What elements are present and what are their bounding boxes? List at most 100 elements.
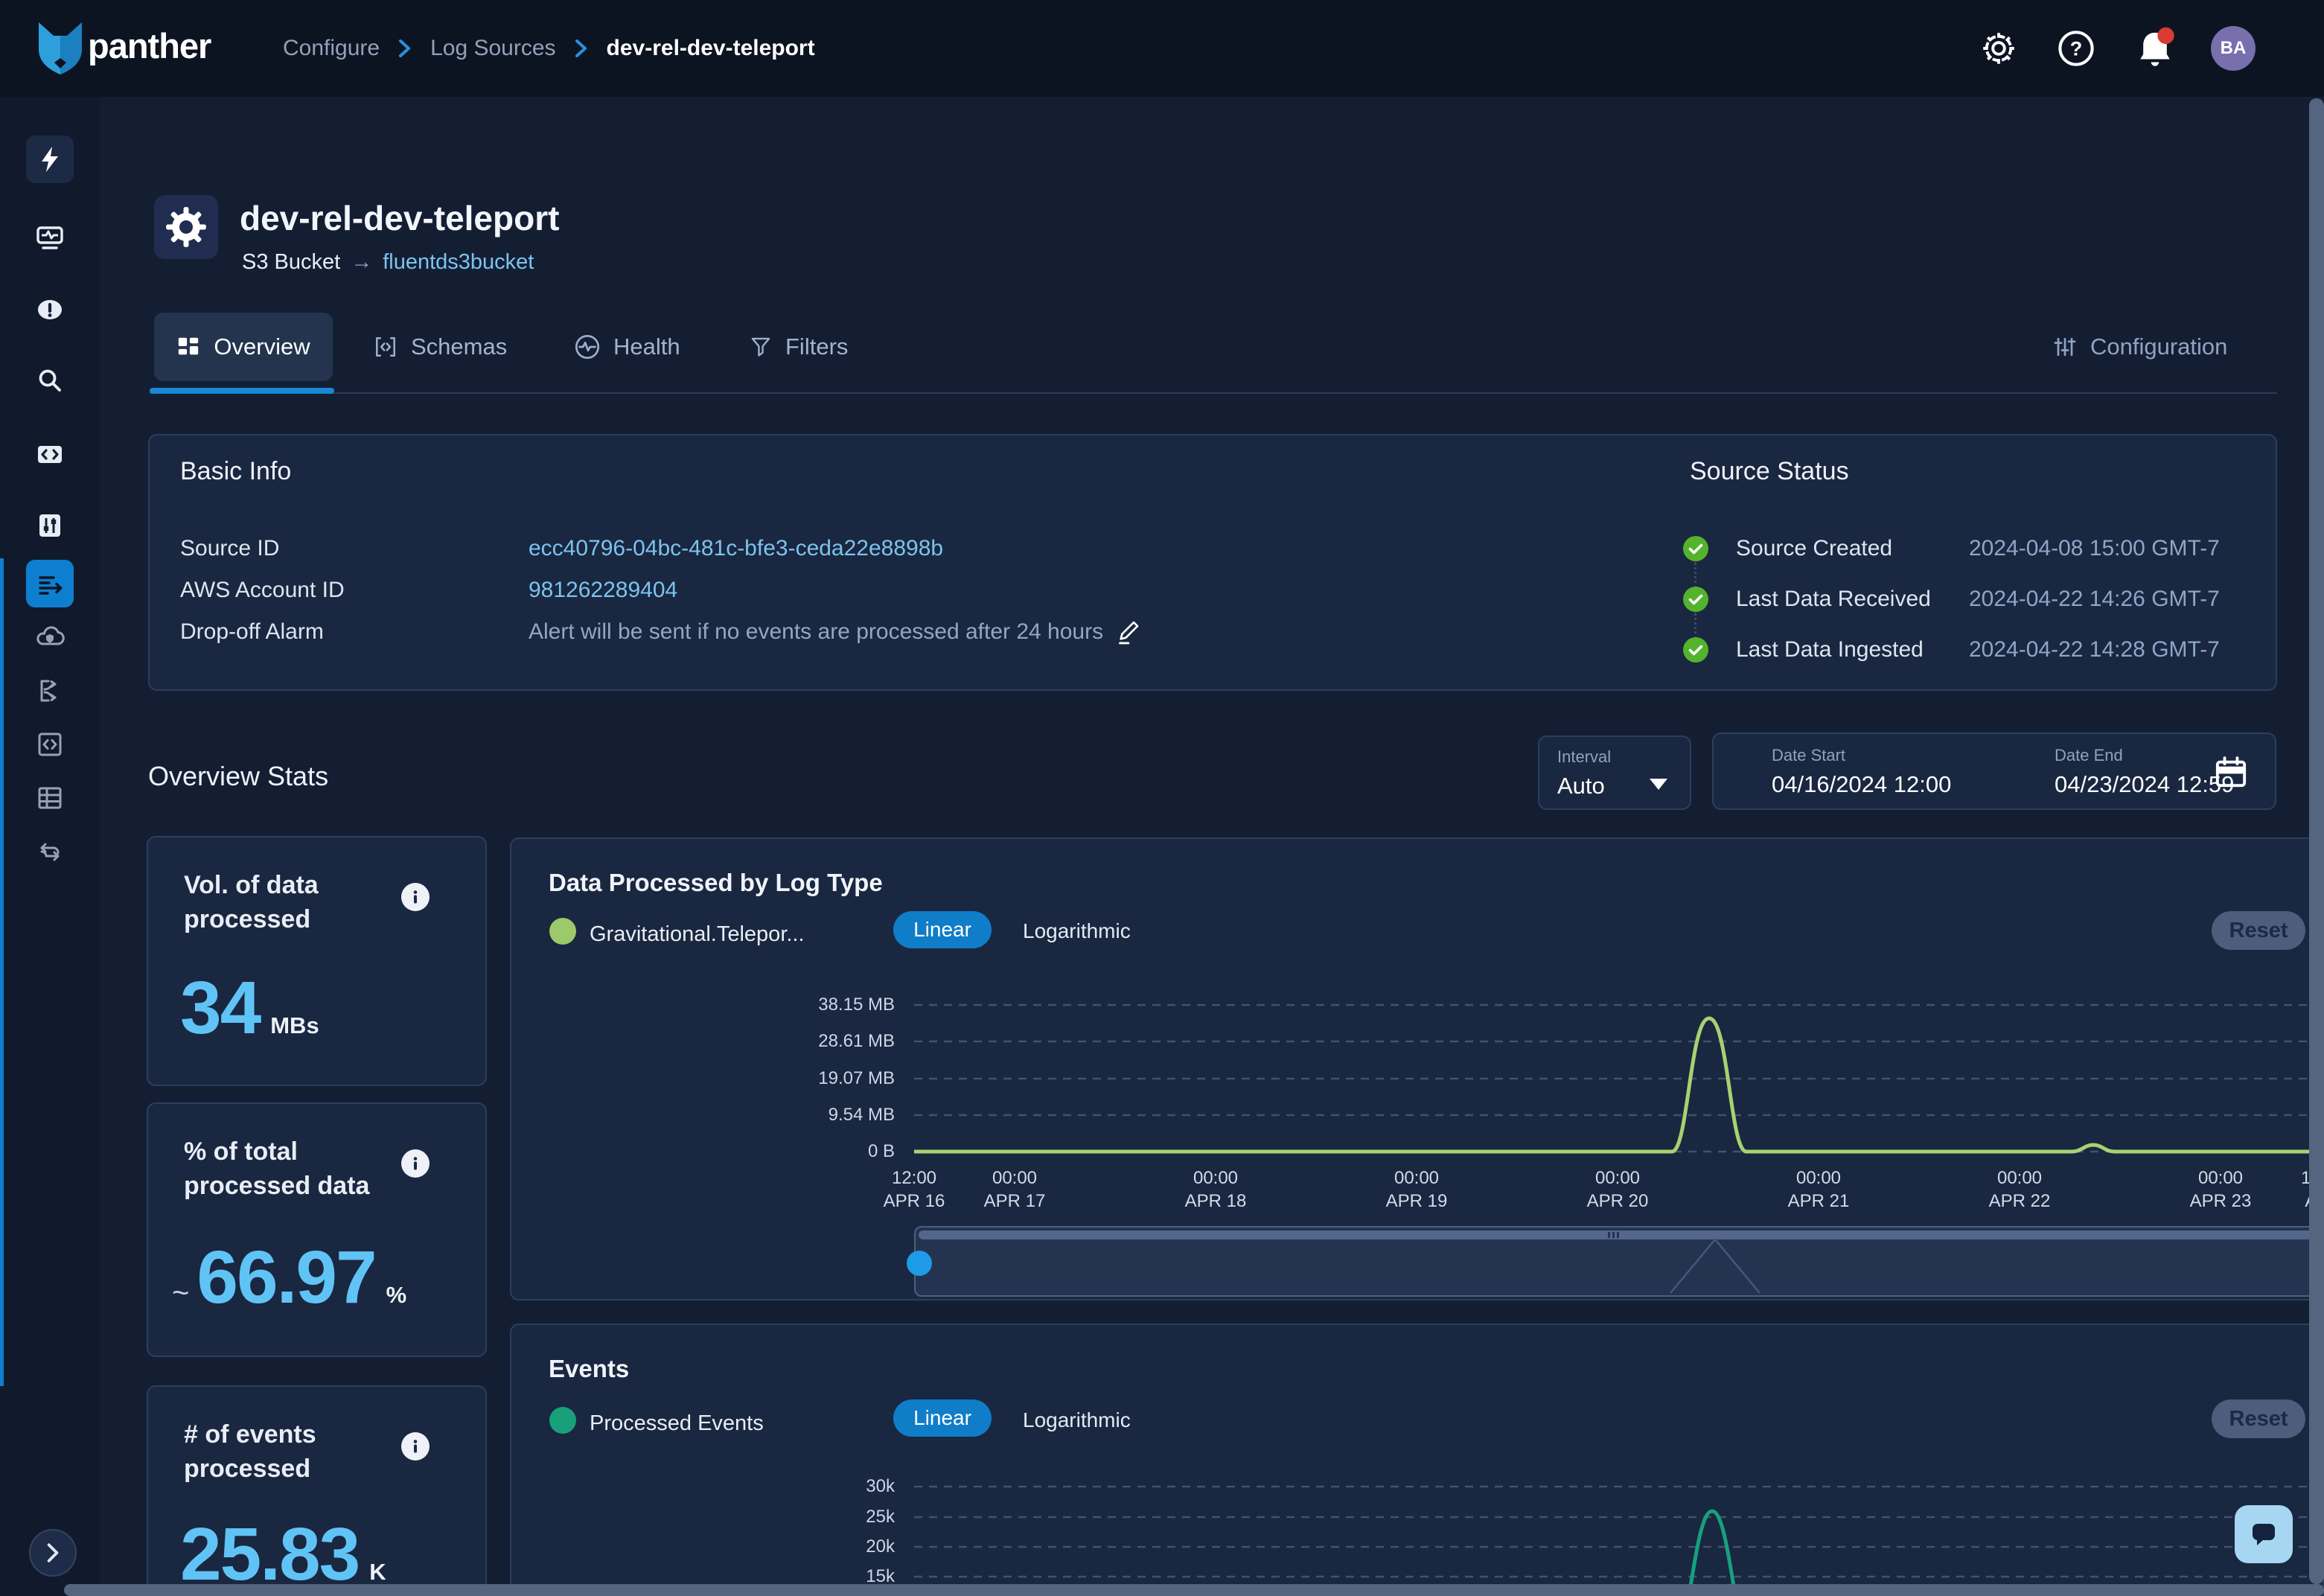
sidebar-item-data-flow[interactable] (26, 828, 74, 875)
vertical-scrollbar[interactable] (2309, 98, 2324, 1584)
edit-pencil-icon[interactable] (1116, 619, 1144, 647)
y-tick: 28.61 MB (776, 1031, 895, 1052)
route-arrows-icon (34, 675, 66, 706)
check-circle-icon (1682, 586, 1709, 613)
basic-info-title: Basic Info (180, 457, 291, 486)
logarithmic-toggle[interactable]: Logarithmic (1023, 919, 1131, 943)
tab-health-label: Health (613, 333, 680, 360)
x-tick: 00:00APR 21 (1788, 1166, 1850, 1213)
stat-title: # of events processed (184, 1418, 407, 1487)
expand-sidebar-button[interactable] (29, 1529, 77, 1577)
brush-handle-left[interactable] (907, 1251, 932, 1276)
avatar[interactable]: BA (2211, 26, 2256, 71)
chart-title: Events (549, 1355, 629, 1383)
x-tick: 00:00APR 18 (1185, 1166, 1247, 1213)
status-connector (1694, 562, 1696, 589)
schemas-icon (372, 333, 399, 360)
breadcrumb-log-sources[interactable]: Log Sources (430, 36, 555, 61)
y-tick: 38.15 MB (776, 995, 895, 1015)
sidebar-nav (0, 97, 100, 1596)
sidebar-item-schemas[interactable] (26, 721, 74, 768)
legend-label[interactable]: Gravitational.Telepor... (590, 922, 805, 947)
breadcrumb-current: dev-rel-dev-teleport (607, 36, 815, 61)
monitor-pulse-icon (34, 223, 66, 254)
status-value: 2024-04-22 14:28 GMT-7 (1969, 637, 2220, 663)
log-sources-icon (34, 568, 66, 599)
breadcrumb-configure[interactable]: Configure (283, 36, 380, 61)
brand-wordmark[interactable]: panther (88, 25, 211, 66)
sidebar-item-search[interactable] (26, 357, 74, 405)
logarithmic-toggle[interactable]: Logarithmic (1023, 1408, 1131, 1432)
info-icon[interactable] (401, 1149, 430, 1178)
stat-card-events: # of events processed 25.83 K (147, 1385, 487, 1596)
x-tick: 00:00APR 19 (1386, 1166, 1448, 1213)
tab-health[interactable]: Health (573, 313, 680, 381)
chart-range-brush[interactable] (914, 1226, 2324, 1297)
sidebar-item-routing[interactable] (26, 667, 74, 715)
sidebar-item-cloud-security[interactable] (26, 613, 74, 661)
stat-unit: K (369, 1559, 386, 1586)
legend-label[interactable]: Processed Events (590, 1411, 764, 1436)
status-label: Source Created (1736, 536, 1892, 561)
notifications-bell-icon[interactable] (2133, 27, 2177, 70)
linear-toggle[interactable]: Linear (893, 1399, 992, 1437)
series-line (914, 1018, 2324, 1152)
y-tick: 0 B (776, 1141, 895, 1162)
tab-filters[interactable]: Filters (748, 313, 848, 381)
stat-unit: % (386, 1282, 407, 1309)
grid-icon (176, 335, 200, 359)
date-start-value[interactable]: 04/16/2024 12:00 (1772, 771, 1951, 798)
alert-icon (34, 294, 66, 325)
info-icon[interactable] (401, 1432, 430, 1461)
horizontal-scrollbar[interactable] (64, 1584, 2324, 1596)
info-icon[interactable] (401, 883, 430, 911)
date-range-picker[interactable]: Date Start 04/16/2024 12:00 Date End 04/… (1712, 732, 2276, 810)
sidebar-item-log-sources[interactable] (26, 560, 74, 607)
configuration-button[interactable]: Configuration (2052, 313, 2227, 381)
panther-logo-icon[interactable] (34, 19, 86, 77)
linear-toggle[interactable]: Linear (893, 911, 992, 948)
sidebar-item-lightning[interactable] (26, 135, 74, 183)
check-circle-icon (1682, 636, 1709, 663)
tabs-divider (150, 392, 2277, 394)
interval-select[interactable]: Interval Auto (1538, 735, 1691, 810)
date-start-label: Date Start (1772, 746, 1845, 765)
tab-overview-label: Overview (214, 333, 310, 360)
basic-info-card: Basic Info Source ID ecc40796-04bc-481c-… (148, 434, 2277, 691)
check-circle-icon (1682, 535, 1709, 562)
source-type-label: S3 Bucket (242, 250, 340, 275)
settings-gear-icon[interactable] (1977, 27, 2020, 70)
chat-bubble-icon (2247, 1518, 2280, 1551)
sidebar-item-tables[interactable] (26, 774, 74, 822)
sidebar-item-code[interactable] (26, 430, 74, 478)
events-line-chart[interactable] (914, 1461, 2324, 1596)
sidebar-item-alerts[interactable] (26, 286, 74, 333)
help-icon[interactable]: ? (2055, 27, 2098, 70)
chat-launcher[interactable] (2235, 1505, 2293, 1563)
aws-account-id-value[interactable]: 981262289404 (529, 578, 677, 603)
x-tick: 12:00APR 16 (884, 1166, 945, 1213)
row-label: Source ID (180, 536, 279, 561)
reset-button[interactable]: Reset (2212, 1399, 2305, 1438)
app-screen: panther Configure Log Sources dev-rel-de… (0, 0, 2324, 1596)
sidebar-item-sliders[interactable] (26, 502, 74, 549)
calendar-icon[interactable] (2214, 755, 2248, 789)
row-label: AWS Account ID (180, 578, 345, 603)
stat-card-volume: Vol. of data processed 34 MBs (147, 836, 487, 1086)
status-value: 2024-04-08 15:00 GMT-7 (1969, 536, 2220, 561)
active-tab-underline (150, 388, 334, 394)
reset-button[interactable]: Reset (2212, 911, 2305, 950)
code-square-icon (34, 729, 66, 760)
date-end-value[interactable]: 04/23/2024 12:59 (2055, 771, 2234, 798)
stat-title: % of total processed data (184, 1135, 407, 1204)
tab-overview[interactable]: Overview (154, 313, 333, 381)
tab-schemas[interactable]: Schemas (372, 313, 507, 381)
sidebar-item-monitor[interactable] (26, 214, 74, 262)
bucket-link[interactable]: fluentds3bucket (383, 250, 534, 275)
source-type-icon (154, 195, 218, 259)
source-id-value[interactable]: ecc40796-04bc-481c-bfe3-ceda22e8898b (529, 536, 943, 561)
overview-stats-title: Overview Stats (148, 761, 328, 792)
page-subtitle: S3 Bucket → fluentds3bucket (242, 250, 534, 275)
y-tick: 9.54 MB (776, 1105, 895, 1126)
breadcrumb: Configure Log Sources dev-rel-dev-telepo… (283, 0, 815, 97)
